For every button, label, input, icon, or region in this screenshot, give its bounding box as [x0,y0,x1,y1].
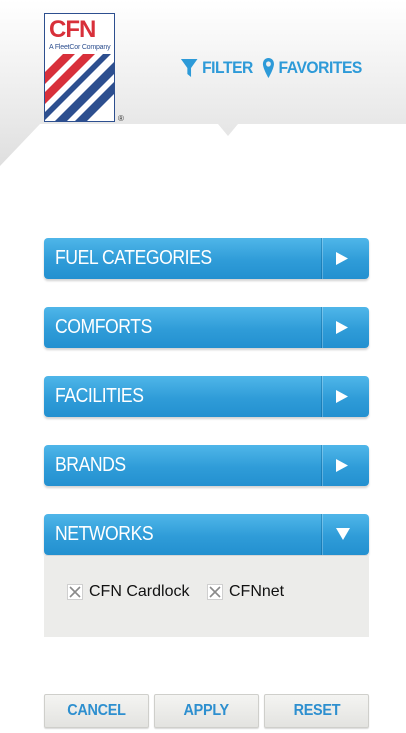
accordion-facilities[interactable]: FACILITIES [44,376,369,417]
checkbox-cfnnet[interactable]: CFNnet [207,583,284,601]
accordion-networks[interactable]: NETWORKS [44,514,369,555]
cfn-logo: CFN A FleetCor Company [44,13,115,122]
checkbox-label: CFNnet [229,583,285,600]
accordion-header[interactable]: NETWORKS [44,514,369,555]
divider [321,514,322,555]
arrow-down-icon [336,528,350,540]
favorites-button[interactable]: FAVORITES [262,57,362,79]
divider [321,376,322,417]
accordion-label: BRANDS [55,454,126,476]
accordion-label: NETWORKS [55,523,154,545]
logo-stripes-icon [45,54,114,121]
reset-button[interactable]: RESET [264,694,369,728]
checkbox-box[interactable] [67,584,83,600]
reset-label: RESET [293,702,340,719]
accordion-brands[interactable]: BRANDS [44,445,369,486]
map-pin-icon [262,58,274,78]
favorites-label: FAVORITES [278,58,363,77]
apply-label: APPLY [183,702,230,719]
accordion-fuel-categories[interactable]: FUEL CATEGORIES [44,238,369,279]
checkbox-label: CFN Cardlock [89,583,190,600]
arrow-right-icon [336,459,348,472]
arrow-right-icon [336,321,348,334]
filter-icon [180,59,198,77]
accordion-label: FUEL CATEGORIES [55,247,212,269]
registered-mark: ® [118,114,124,123]
arrow-right-icon [336,390,348,403]
apply-button[interactable]: APPLY [154,694,259,728]
divider [321,307,322,348]
accordion-label: FACILITIES [55,385,144,407]
accordion-header[interactable]: FUEL CATEGORIES [44,238,369,279]
filter-label: FILTER [202,58,253,77]
x-mark-icon [69,586,81,598]
checkbox-cfn-cardlock[interactable]: CFN Cardlock [67,583,189,601]
accordion-header[interactable]: BRANDS [44,445,369,486]
filter-button[interactable]: FILTER [180,57,253,79]
checkbox-box[interactable] [207,584,223,600]
arrow-right-icon [336,252,348,265]
cancel-label: CANCEL [67,702,126,719]
logo-subtitle: A FleetCor Company [49,44,111,51]
x-mark-icon [209,586,221,598]
divider [321,445,322,486]
accordion-header[interactable]: FACILITIES [44,376,369,417]
cancel-button[interactable]: CANCEL [44,694,149,728]
accordion-label: COMFORTS [55,316,152,338]
networks-panel: CFN Cardlock CFNnet [44,556,369,637]
accordion-header[interactable]: COMFORTS [44,307,369,348]
divider [321,238,322,279]
logo-text: CFN [49,16,96,43]
accordion-comforts[interactable]: COMFORTS [44,307,369,348]
